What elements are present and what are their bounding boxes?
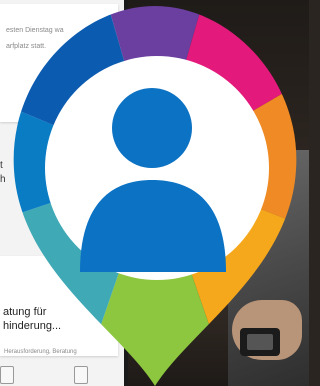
user-location-pin-icon <box>13 6 297 386</box>
person-head <box>112 88 192 168</box>
